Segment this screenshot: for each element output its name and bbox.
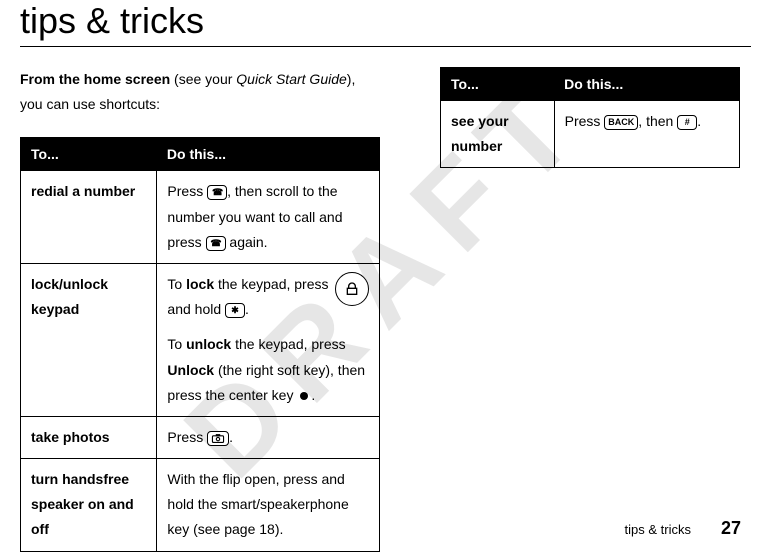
p2a: To: [167, 336, 186, 352]
table-header-row: To... Do this...: [441, 68, 740, 101]
center-key-icon: [297, 389, 311, 403]
text-b: .: [229, 429, 233, 445]
row-to: take photos: [21, 416, 157, 458]
p2c: the keypad, press: [231, 336, 345, 352]
row-do: To lock the keypad, press and hold ✱. To…: [157, 263, 380, 416]
camera-key-icon: [207, 431, 229, 446]
th-do: Do this...: [157, 138, 380, 171]
table-row: redial a number Press ☎, then scroll to …: [21, 171, 380, 264]
table-header-row: To... Do this...: [21, 138, 380, 171]
padlock-icon: [344, 281, 360, 297]
back-key-icon: BACK: [604, 115, 638, 130]
table-row: turn handsfree speaker on and off With t…: [21, 459, 380, 552]
right-table: To... Do this... see your number Press B…: [440, 67, 740, 168]
text-c: again.: [226, 234, 268, 250]
text-b: , then: [638, 113, 677, 129]
text-a: Press: [167, 183, 207, 199]
call-key-icon: ☎: [207, 185, 227, 200]
table-row: see your number Press BACK, then #.: [441, 101, 740, 168]
star-key-icon: ✱: [225, 303, 245, 318]
th-to: To...: [441, 68, 555, 101]
left-table: To... Do this... redial a number Press ☎…: [20, 137, 380, 551]
row-to: turn handsfree speaker on and off: [21, 459, 157, 552]
text-a: Press: [565, 113, 605, 129]
intro-italic: Quick Start Guide: [236, 71, 347, 87]
right-column: To... Do this... see your number Press B…: [440, 67, 740, 552]
p1d: .: [245, 301, 249, 317]
p2b: unlock: [186, 336, 231, 352]
row-do: Press ☎, then scroll to the number you w…: [157, 171, 380, 264]
row-do: Press BACK, then #.: [554, 101, 739, 168]
p2f: .: [311, 387, 315, 403]
text-c: .: [697, 113, 701, 129]
row-to: see your number: [441, 101, 555, 168]
p1a: To: [167, 276, 186, 292]
p2d: Unlock: [167, 362, 214, 378]
call-key-icon: ☎: [206, 236, 226, 251]
intro-text: From the home screen (see your Quick Sta…: [20, 67, 380, 117]
hash-key-icon: #: [677, 115, 697, 130]
left-column: From the home screen (see your Quick Sta…: [20, 67, 380, 552]
row-to: lock/unlock keypad: [21, 263, 157, 416]
text-a: Press: [167, 429, 207, 445]
th-do: Do this...: [554, 68, 739, 101]
table-row: take photos Press .: [21, 416, 380, 458]
intro-bold: From the home screen: [20, 71, 170, 87]
row-do: Press .: [157, 416, 380, 458]
lock-circle-icon: [335, 272, 369, 306]
th-to: To...: [21, 138, 157, 171]
p1b: lock: [186, 276, 214, 292]
table-row: lock/unlock keypad To lock the keypad, p…: [21, 263, 380, 416]
row-to: redial a number: [21, 171, 157, 264]
intro-mid: (see your: [170, 71, 236, 87]
row-do: With the flip open, press and hold the s…: [157, 459, 380, 552]
page-title: tips & tricks: [20, 0, 751, 47]
